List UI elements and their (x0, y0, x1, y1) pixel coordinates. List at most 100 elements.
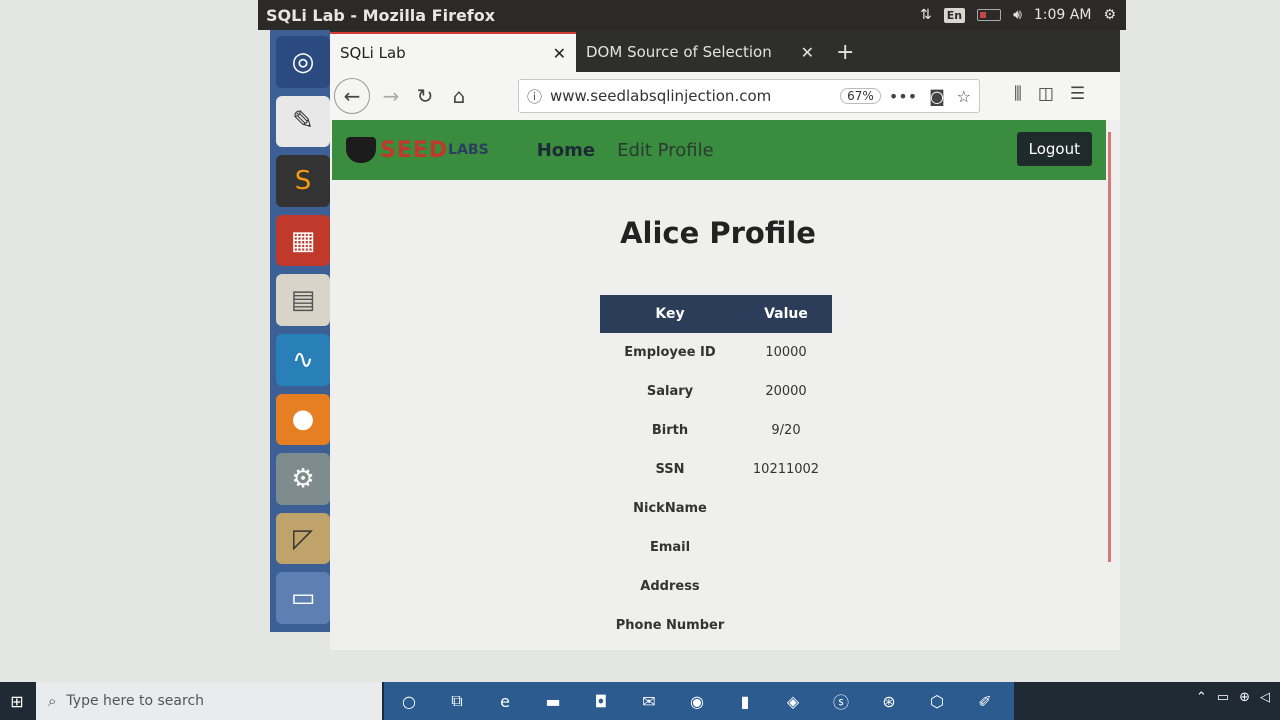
new-tab-button[interactable]: + (824, 32, 866, 72)
zoom-level[interactable]: 67% (840, 88, 881, 104)
table-row: Address (600, 567, 832, 606)
tab-label: DOM Source of Selection (586, 43, 772, 61)
battery-tray-icon[interactable]: ▭ (1217, 690, 1229, 705)
table-row: SSN 10211002 (600, 450, 832, 489)
network-tray-icon[interactable]: ⊕ (1239, 690, 1250, 705)
header-key: Key (600, 295, 740, 333)
page-title: Alice Profile (620, 216, 816, 250)
virtualbox-icon[interactable]: ⬡ (924, 688, 950, 714)
row-key: Employee ID (624, 345, 716, 360)
unity-launcher: ◎ ✎ S ▦ ▤ ∿ ● ⚙ ◸ ▭ (270, 30, 336, 632)
wireshark-icon[interactable]: ∿ (276, 333, 330, 386)
network-icon[interactable]: ⇅ (920, 7, 932, 23)
row-value (740, 567, 832, 606)
row-value: 9/20 (771, 423, 801, 438)
table-row: NickName (600, 489, 832, 528)
file-cabinet-icon[interactable]: ▤ (276, 274, 330, 326)
row-key: Address (640, 579, 700, 594)
url-text[interactable]: www.seedlabsqlinjection.com (550, 87, 840, 105)
table-row: Birth 9/20 (600, 411, 832, 450)
library-icon[interactable]: ⫼ (1014, 84, 1022, 104)
app-icon[interactable]: ▮ (732, 688, 758, 714)
trash-icon[interactable]: ▭ (276, 572, 330, 624)
row-key: SSN (655, 462, 685, 477)
volume-icon[interactable]: 🔊︎ (1013, 7, 1022, 23)
tab-sqli-lab[interactable]: SQLi Lab ✕ (330, 32, 576, 72)
row-value: 10000 (765, 345, 807, 360)
calendar-app-icon[interactable]: ▦ (276, 214, 330, 267)
close-tab-icon[interactable]: ✕ (801, 43, 814, 62)
app-icon[interactable]: ⊛ (876, 688, 902, 714)
toolbar-right: ⫼ ◫ ☰ (1014, 84, 1085, 104)
window-edge-divider (1108, 132, 1111, 562)
search-placeholder: Type here to search (66, 693, 205, 709)
vpn-icon[interactable]: ◈ (780, 688, 806, 714)
battery-icon[interactable] (977, 9, 1002, 21)
tray-chevron-icon[interactable]: ⌃ (1196, 690, 1207, 705)
sidebar-icon[interactable]: ◫ (1038, 84, 1054, 104)
search-icon: ⌕ (48, 692, 57, 710)
row-value: 10211002 (752, 462, 820, 477)
home-icon[interactable]: ⌂ (442, 84, 476, 108)
page-actions-icon[interactable]: ••• (889, 87, 917, 106)
reload-icon[interactable]: ↻ (408, 84, 442, 108)
table-row: Email (600, 528, 832, 567)
file-explorer-icon[interactable]: ▬ (540, 688, 566, 714)
taskbar-search-box[interactable]: ⌕ Type here to search (36, 682, 382, 720)
header-value: Value (740, 295, 832, 333)
bookmark-star-icon[interactable]: ☆ (957, 87, 971, 106)
row-value (740, 606, 832, 645)
logout-button[interactable]: Logout (1016, 132, 1092, 166)
back-arrow-icon[interactable]: ← (334, 78, 370, 114)
site-info-icon[interactable]: ⓘ (527, 86, 542, 107)
system-settings-icon[interactable]: ⚙ (276, 453, 330, 505)
row-value (740, 528, 832, 567)
settings-gear-icon[interactable]: ⚙ (1103, 7, 1116, 23)
window-title: SQLi Lab - Mozilla Firefox (266, 5, 496, 25)
menu-hamburger-icon[interactable]: ☰ (1070, 84, 1085, 104)
forward-arrow-icon[interactable]: → (374, 84, 408, 108)
tab-strip: SQLi Lab ✕ DOM Source of Selection ✕ + (330, 30, 1120, 72)
nav-edit-profile-link[interactable]: Edit Profile (617, 140, 714, 161)
close-tab-icon[interactable]: ✕ (553, 44, 566, 63)
drafting-tool-icon[interactable]: ◸ (276, 512, 330, 565)
edge-icon[interactable]: e (492, 688, 518, 714)
nav-home-link[interactable]: Home (537, 140, 595, 161)
task-view-icon[interactable]: ⧉ (444, 688, 470, 714)
store-icon[interactable]: ◘ (588, 688, 614, 714)
row-value: 20000 (765, 384, 807, 399)
pocket-icon[interactable]: ◙ (929, 87, 945, 106)
ubuntu-dash-icon[interactable]: ◎ (276, 36, 330, 88)
row-key: Birth (651, 423, 689, 438)
firefox-icon[interactable]: ● (276, 393, 330, 446)
windows-start-icon[interactable]: ⊞ (0, 682, 34, 720)
taskbar-pinned-apps: ○ ⧉ e ▬ ◘ ✉ ◉ ▮ ◈ ⓢ ⊛ ⬡ ✐ (384, 682, 1014, 720)
text-editor-icon[interactable]: ✎ (276, 95, 330, 148)
seedlabs-logo[interactable]: SEED LABS (346, 137, 489, 163)
tab-dom-source[interactable]: DOM Source of Selection ✕ (576, 32, 824, 72)
volume-tray-icon[interactable]: ◁ (1260, 690, 1270, 705)
ubuntu-top-panel: SQLi Lab - Mozilla Firefox ⇅ En 🔊︎ 1:09 … (258, 0, 1126, 30)
clock[interactable]: 1:09 AM (1034, 7, 1092, 23)
paint-icon[interactable]: ✐ (972, 688, 998, 714)
logo-seed: SEED (380, 137, 449, 163)
shield-icon (346, 137, 376, 163)
url-bar[interactable]: ⓘ www.seedlabsqlinjection.com 67% ••• ◙ … (518, 79, 980, 113)
skype-icon[interactable]: ⓢ (828, 688, 854, 714)
logo-labs: LABS (448, 142, 489, 158)
firefox-window: SQLi Lab ✕ DOM Source of Selection ✕ + ←… (330, 30, 1120, 650)
table-row: Phone Number (600, 606, 832, 645)
cortana-icon[interactable]: ○ (396, 688, 422, 714)
row-value (740, 489, 832, 528)
site-navbar: SEED LABS Home Edit Profile Logout (332, 120, 1106, 180)
mail-icon[interactable]: ✉ (636, 688, 662, 714)
windows-taskbar: ⊞ ⌕ Type here to search ○ ⧉ e ▬ ◘ ✉ ◉ ▮ … (0, 682, 1280, 720)
navigation-toolbar: ← → ↻ ⌂ ⓘ www.seedlabsqlinjection.com 67… (330, 72, 1120, 120)
table-header-row: Key Value (600, 295, 832, 333)
panel-indicators: ⇅ En 🔊︎ 1:09 AM ⚙ (920, 7, 1126, 23)
profile-table: Key Value Employee ID 10000 Salary 20000… (600, 295, 832, 645)
chrome-icon[interactable]: ◉ (684, 688, 710, 714)
keyboard-layout-indicator[interactable]: En (943, 7, 966, 23)
tab-label: SQLi Lab (340, 44, 406, 62)
sublime-text-icon[interactable]: S (276, 155, 330, 207)
